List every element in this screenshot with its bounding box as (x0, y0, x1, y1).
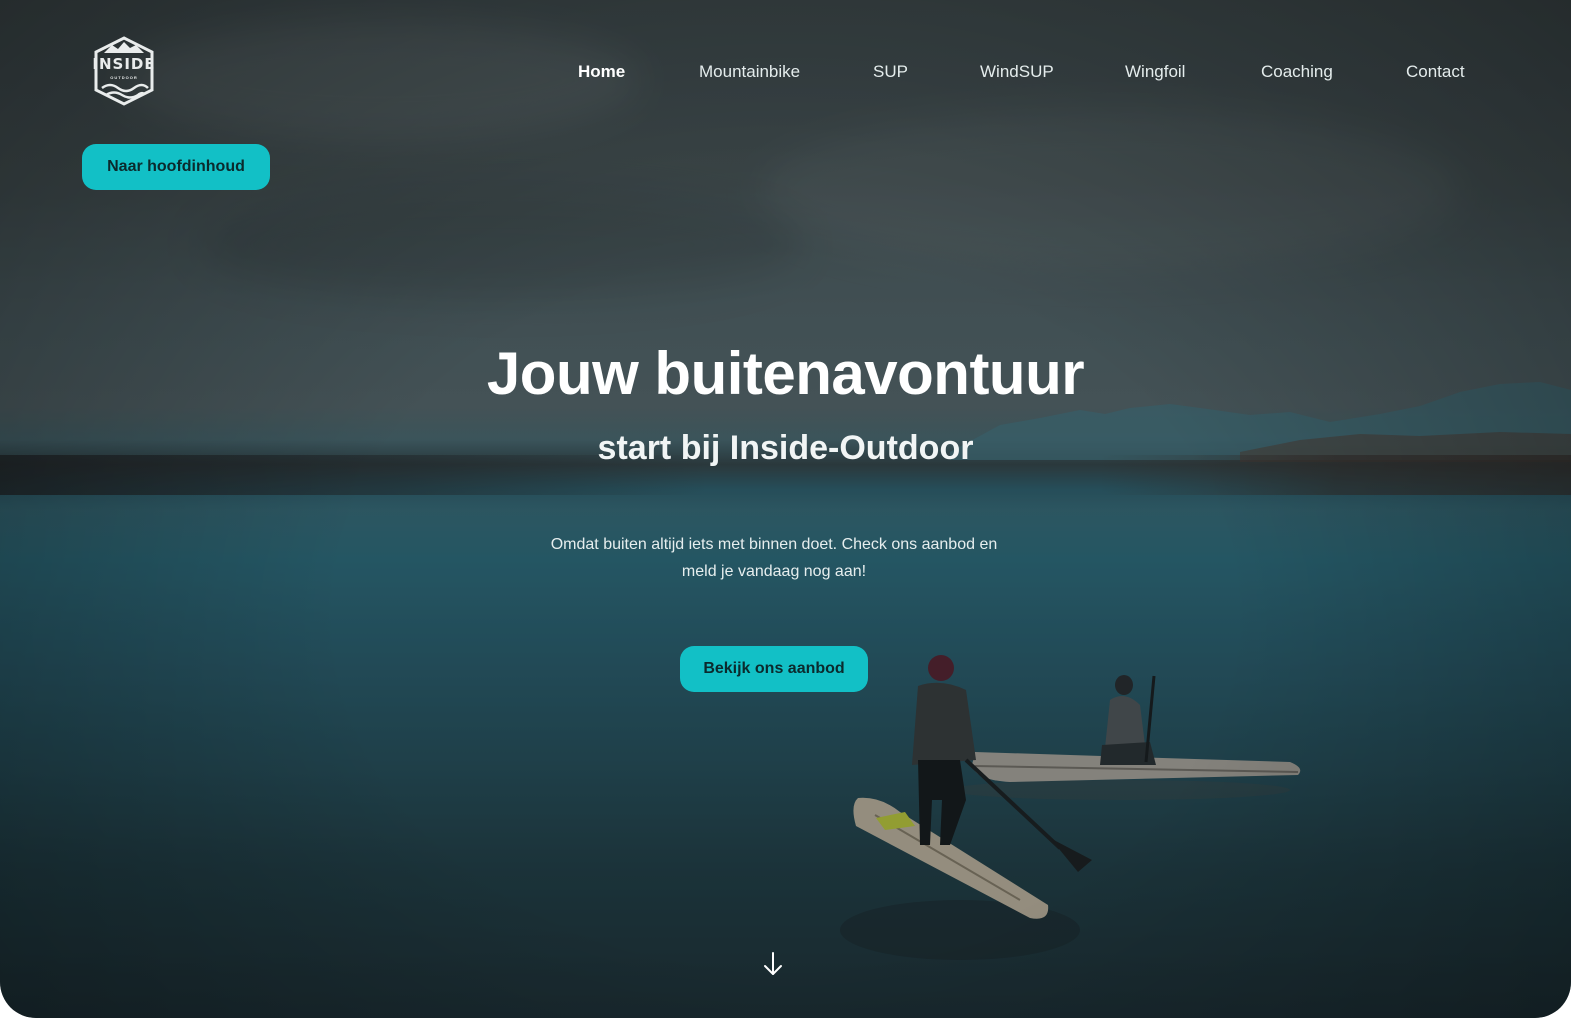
nav-item-wingfoil[interactable]: Wingfoil (1125, 60, 1185, 84)
nav-item-windsup[interactable]: WindSUP (980, 60, 1054, 84)
nav-item-mountainbike[interactable]: Mountainbike (699, 60, 800, 84)
hero-description: Omdat buiten altijd iets met binnen doet… (550, 536, 998, 580)
arrow-down-icon-graphic (764, 952, 782, 975)
arrow-down-icon[interactable] (762, 950, 784, 978)
nav-item-home[interactable]: Home (578, 60, 625, 84)
nav-item-coaching[interactable]: Coaching (1261, 60, 1333, 84)
nav-item-sup[interactable]: SUP (873, 60, 908, 84)
nav-item-contact[interactable]: Contact (1406, 60, 1465, 84)
view-offer-button[interactable]: Bekijk ons aanbod (680, 646, 868, 692)
hero-subtitle: start bij Inside-Outdoor (597, 429, 974, 467)
skip-to-content-button[interactable]: Naar hoofdinhoud (82, 144, 270, 190)
main-navigation: Home Mountainbike SUP WindSUP Wingfoil C… (0, 60, 1571, 84)
hero-title: Jouw buitenavontuur (486, 340, 1085, 407)
